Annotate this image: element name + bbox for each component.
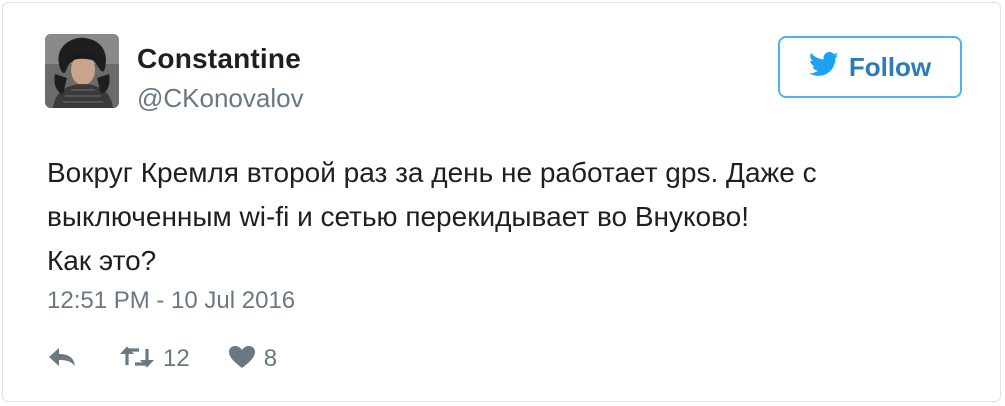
display-name[interactable]: Constantine — [137, 43, 301, 75]
follow-button[interactable]: Follow — [778, 36, 962, 98]
retweet-icon — [119, 345, 155, 374]
retweet-button[interactable]: 12 — [119, 345, 190, 374]
tweet-line: выключенным wi-fi и сетью перекидывает в… — [47, 201, 750, 232]
heart-icon — [228, 345, 256, 374]
tweet-timestamp[interactable]: 12:51 PM - 10 Jul 2016 — [47, 287, 295, 315]
reply-button[interactable] — [47, 346, 77, 373]
retweet-count: 12 — [163, 345, 190, 372]
tweet-card: Constantine @CKonovalov Follow Вокруг Кр… — [2, 2, 1001, 402]
user-handle[interactable]: @CKonovalov — [137, 83, 304, 114]
tweet-line: Вокруг Кремля второй раз за день не рабо… — [47, 157, 817, 188]
tweet-line: Как это? — [47, 245, 157, 276]
avatar-photo — [45, 34, 119, 108]
tweet-actions: 12 8 — [47, 341, 277, 377]
like-count: 8 — [263, 345, 278, 372]
like-button[interactable]: 8 — [228, 345, 277, 374]
tweet-text: Вокруг Кремля второй раз за день не рабо… — [47, 151, 947, 283]
follow-label: Follow — [848, 51, 932, 82]
twitter-bird-icon — [808, 52, 839, 82]
reply-icon — [47, 346, 77, 373]
avatar[interactable] — [45, 34, 119, 108]
